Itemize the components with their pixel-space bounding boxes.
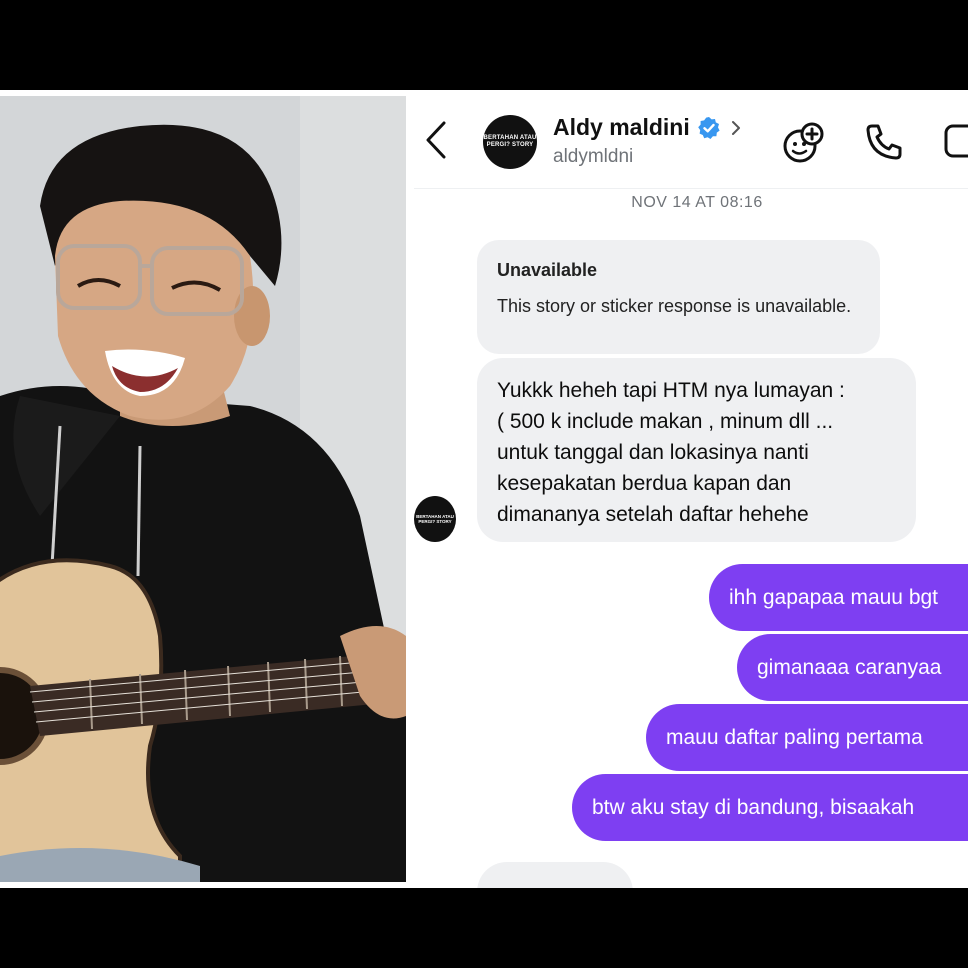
message-line: kesepakatan berdua kapan dan xyxy=(497,472,792,495)
profile-name-row[interactable]: Aldy maldini xyxy=(553,114,742,141)
chevron-right-icon xyxy=(731,120,740,135)
outgoing-message[interactable]: ihh gapapaa mauu bgt xyxy=(709,564,968,631)
outgoing-message[interactable]: mauu daftar paling pertama xyxy=(646,704,968,771)
unavailable-title: Unavailable xyxy=(497,260,598,280)
outgoing-message[interactable]: gimanaaa caranyaa xyxy=(737,634,968,701)
profile-username: aldymldni xyxy=(553,146,634,167)
verified-badge-icon xyxy=(697,116,720,139)
message-line: untuk tanggal dan lokasinya nanti xyxy=(497,441,809,464)
unavailable-body: This story or sticker response is unavai… xyxy=(497,296,852,316)
unavailable-story-bubble[interactable]: Unavailable This story or sticker respon… xyxy=(477,240,880,354)
phone-icon[interactable] xyxy=(864,122,904,162)
message-line: dimananya setelah daftar hehehe xyxy=(497,503,809,526)
photo-man-with-guitar xyxy=(0,96,406,882)
profile-name: Aldy maldini xyxy=(553,114,690,140)
message-line: ( 500 k include makan , minum dll ... xyxy=(497,410,834,433)
timestamp: NOV 14 AT 08:16 xyxy=(631,194,763,211)
chat-header: BERTAHAN ATAU PERGI? STORY Aldy maldini … xyxy=(414,90,968,189)
sender-avatar[interactable]: BERTAHAN ATAU PERGI? STORY xyxy=(414,496,456,542)
chevron-left-icon[interactable] xyxy=(424,120,448,160)
message-line: Yukkk heheh tapi HTM nya lumayan : xyxy=(497,379,845,402)
avatar-logo-text: BERTAHAN ATAU PERGI? STORY xyxy=(483,135,537,148)
bottom-black-bar xyxy=(0,888,968,968)
photo-illustration xyxy=(0,96,406,882)
video-icon[interactable] xyxy=(944,122,968,160)
partial-incoming-bubble xyxy=(477,862,633,888)
avatar[interactable]: BERTAHAN ATAU PERGI? STORY xyxy=(483,115,537,169)
sender-avatar-logo: BERTAHAN ATAU PERGI? STORY xyxy=(416,514,454,524)
chat-screen: BERTAHAN ATAU PERGI? STORY Aldy maldini … xyxy=(414,90,968,888)
top-black-bar xyxy=(0,0,968,90)
incoming-message[interactable]: Yukkk heheh tapi HTM nya lumayan : ( 500… xyxy=(477,358,916,542)
outgoing-message[interactable]: btw aku stay di bandung, bisaakah xyxy=(572,774,968,841)
sticker-add-icon[interactable] xyxy=(782,122,824,164)
collage: BERTAHAN ATAU PERGI? STORY Aldy maldini … xyxy=(0,90,968,888)
